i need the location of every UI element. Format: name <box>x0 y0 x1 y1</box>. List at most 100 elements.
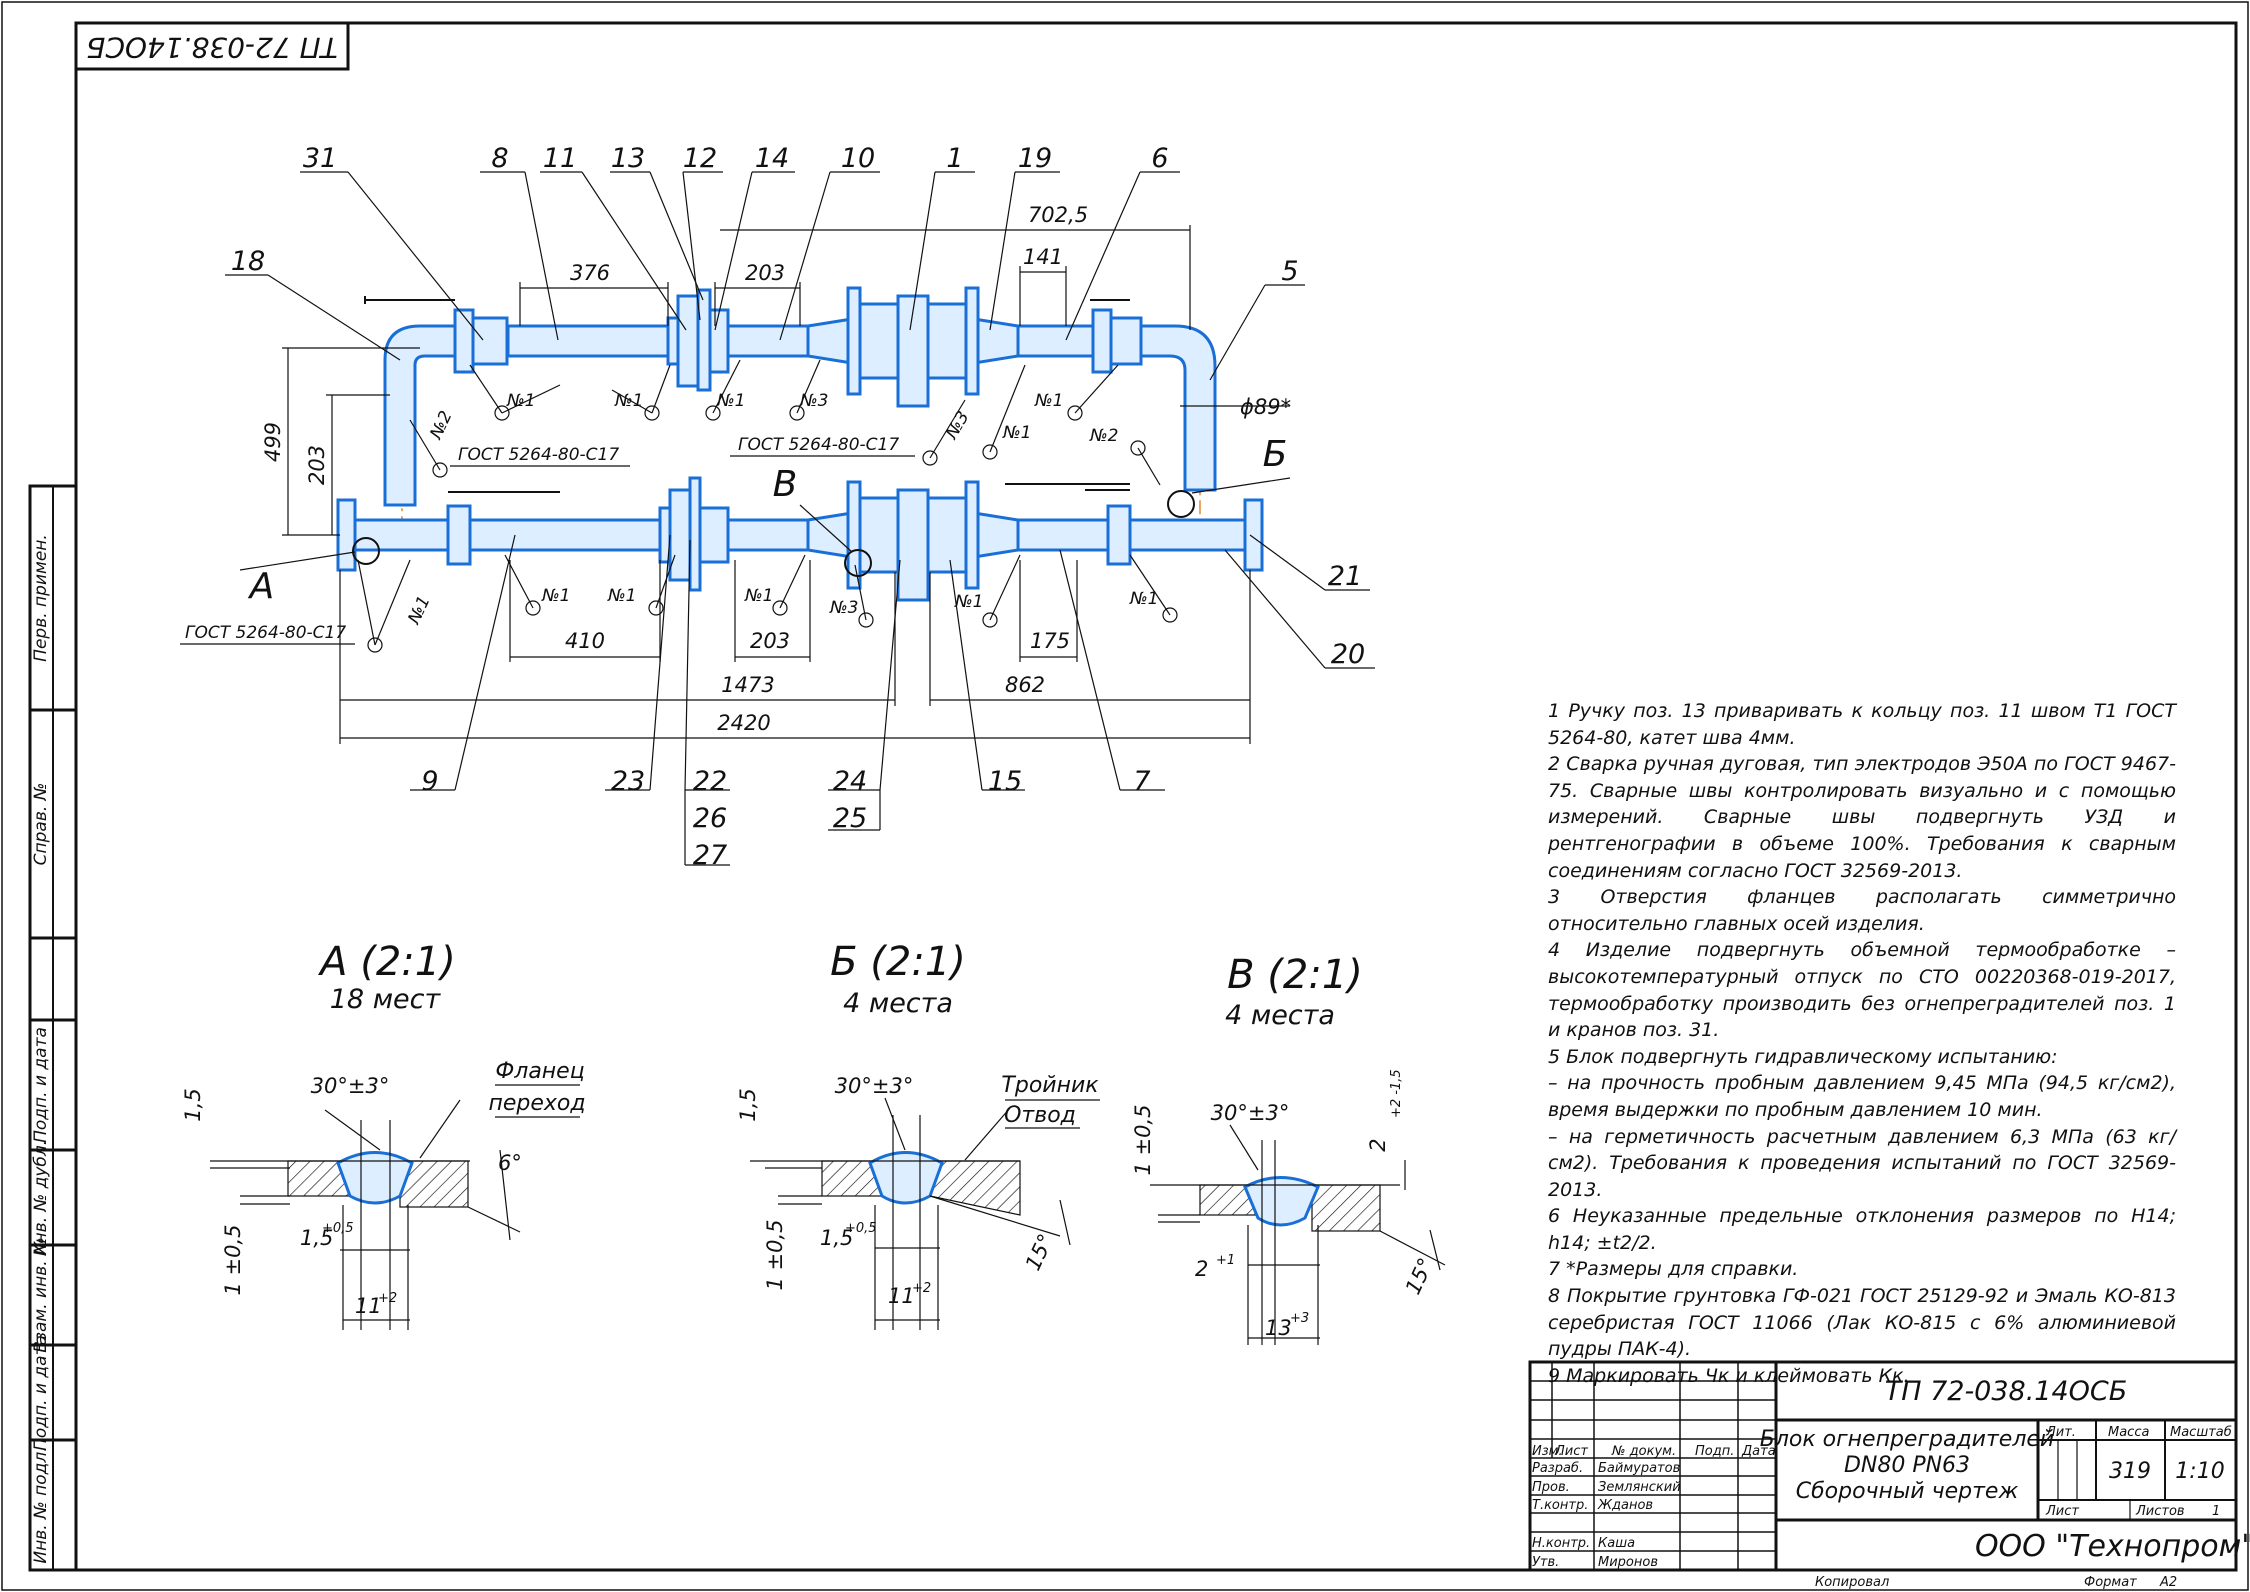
callout-10: 10 <box>841 143 875 174</box>
tb-r-prov: Пров. <box>1532 1480 1570 1495</box>
pipe-9 <box>468 518 662 552</box>
ring-11-upper <box>676 294 700 388</box>
weld-n1-c: №1 <box>716 391 746 411</box>
tb-v-nkontr: Каша <box>1598 1536 1635 1551</box>
weld-n2-b: №2 <box>426 408 457 443</box>
tb-kopiroval: Копировал <box>1815 1575 1889 1590</box>
top-stamp-code: ТП 72-038.14ОСБ <box>86 31 338 64</box>
detail-b-ang2: 15° <box>1021 1230 1058 1274</box>
detail-b-angle: 30°±3° <box>835 1074 914 1098</box>
detail-b-dim-11: 11 <box>888 1284 915 1308</box>
detail-a-label-reducer: переход <box>488 1091 585 1116</box>
detail-a-title: А (2:1) <box>317 939 456 985</box>
dim-phi89: ϕ89* <box>1240 395 1291 419</box>
callout-18: 18 <box>231 246 265 277</box>
note-8: 8 Покрытие грунтовка ГФ-021 ГОСТ 25129-9… <box>1548 1285 2176 1361</box>
callout-23: 23 <box>611 766 645 797</box>
detail-b-dim-1: 1 ±0,5 <box>763 1219 787 1290</box>
detail-v-sub: 4 места <box>1225 1000 1335 1031</box>
callout-21: 21 <box>1328 561 1362 592</box>
detail-b-label-tee: Тройник <box>1001 1073 1099 1098</box>
note-5b: – на герметичность расчетным давлением 6… <box>1548 1125 2176 1201</box>
tb-r-tkontr: Т.контр. <box>1532 1498 1588 1513</box>
weld-n1-i: №1 <box>744 586 774 606</box>
note-1: 1 Ручку поз. 13 приваривать к кольцу поз… <box>1548 700 2176 749</box>
gost-lower-left: ГОСТ 5264-80-С17 <box>185 623 346 643</box>
callout-25: 25 <box>833 803 867 834</box>
dim-862: 862 <box>1005 673 1045 697</box>
weld-n1-d: №1 <box>1002 423 1032 443</box>
weld-n1-b: №1 <box>614 391 644 411</box>
side-strip: Перв. примен. Справ. № Подп. и дата Инв.… <box>28 484 78 1572</box>
detail-b-sub: 4 места <box>843 988 953 1019</box>
note-5: 5 Блок подвергнуть гидравлическому испыт… <box>1548 1045 2058 1068</box>
detail-v-dim-1: 1 ±0,5 <box>1131 1104 1155 1175</box>
detail-v-ang2: 15° <box>1401 1254 1438 1298</box>
callout-20: 20 <box>1331 639 1365 670</box>
callout-22: 22 <box>693 766 727 797</box>
view-letter-v: В <box>773 464 798 505</box>
side-inv-podl: Инв. № подл. <box>31 1446 51 1563</box>
weld-n1-j: №1 <box>954 592 984 612</box>
detail-v-dim-2b-tol: +2 -1,5 <box>1389 1069 1404 1118</box>
weld-n3-b: №3 <box>942 408 974 444</box>
pipe-8 <box>506 324 670 358</box>
detail-a-dim-11-tol: +2 <box>378 1291 397 1306</box>
callout-1: 1 <box>946 143 963 174</box>
tee-right-20 <box>1128 518 1247 552</box>
main-assembly: 31 8 11 13 12 14 10 1 19 6 18 5 21 20 9 … <box>180 143 1375 871</box>
callout-12: 12 <box>683 143 717 174</box>
top-stamp: ТП 72-038.14ОСБ <box>74 21 350 71</box>
view-letter-a: А <box>248 566 275 607</box>
gost-upper-left: ГОСТ 5264-80-С17 <box>458 445 619 465</box>
tb-v-razrab: Баймуратов <box>1598 1461 1680 1476</box>
dim-175: 175 <box>1030 629 1070 653</box>
tb-name-1: Блок огнепреградителей <box>1760 1427 2054 1452</box>
weld-n1-f: №1 <box>404 593 435 628</box>
side-podp2: Подп. и дата <box>31 1335 51 1451</box>
weld-n1-g: №1 <box>541 586 571 606</box>
dim-1473: 1473 <box>721 673 774 697</box>
detail-b-label-elbow: Отвод <box>1004 1103 1076 1128</box>
note-7: 7 *Размеры для справки. <box>1548 1258 1799 1281</box>
note-5a: – на прочность пробным давлением 9,45 МП… <box>1548 1072 2176 1121</box>
dim-499: 499 <box>261 422 285 462</box>
weld-n3-a: №3 <box>799 391 829 411</box>
flange-21 <box>1243 498 1264 572</box>
elbow-5 <box>1139 324 1217 492</box>
dim-2420: 2420 <box>717 711 770 735</box>
callout-15: 15 <box>988 766 1022 797</box>
tb-name-2: DN80 PN63 <box>1844 1453 1970 1478</box>
detail-v-dim-13-tol: +3 <box>1290 1311 1309 1326</box>
detail-v-dim-13: 13 <box>1265 1316 1292 1340</box>
dim-203-vert: 203 <box>305 445 329 485</box>
side-sprav: Справ. № <box>31 783 51 866</box>
callout-31: 31 <box>303 143 337 174</box>
detail-a-ang2: 6° <box>498 1151 522 1175</box>
note-9: 9 Маркировать Чк и клеймовать Кк. <box>1548 1364 1910 1387</box>
weld-n1-h: №1 <box>607 586 637 606</box>
tb-masshtab-val: 1:10 <box>2175 1459 2224 1484</box>
tb-r-nkontr: Н.контр. <box>1532 1536 1590 1551</box>
tb-listov-val: 1 <box>2212 1504 2220 1519</box>
detail-b-title: Б (2:1) <box>830 939 966 985</box>
dim-141: 141 <box>1023 245 1063 269</box>
callout-11: 11 <box>543 143 577 174</box>
tb-format: Формат <box>2084 1575 2137 1590</box>
callout-19: 19 <box>1018 143 1052 174</box>
dim-376: 376 <box>570 261 610 285</box>
detail-a-dim-15: 1,5 <box>181 1088 205 1121</box>
side-perv: Перв. примен. <box>31 534 51 662</box>
tb-v-prov: Землянский <box>1598 1480 1681 1495</box>
callout-24: 24 <box>833 766 867 797</box>
detail-a-weld <box>336 1151 414 1205</box>
callout-27: 27 <box>693 840 727 871</box>
tb-listov: Листов <box>2135 1504 2185 1519</box>
title-block: ТП 72-038.14ОСБ Блок огнепреградителей D… <box>1528 1360 2250 1590</box>
callout-8: 8 <box>491 143 508 174</box>
tb-r-razrab: Разраб. <box>1532 1461 1583 1476</box>
callout-5: 5 <box>1281 256 1298 287</box>
detail-b-dim-15b-tol: +0,5 <box>845 1221 877 1236</box>
callout-14: 14 <box>755 143 789 174</box>
callout-6: 6 <box>1151 143 1168 174</box>
